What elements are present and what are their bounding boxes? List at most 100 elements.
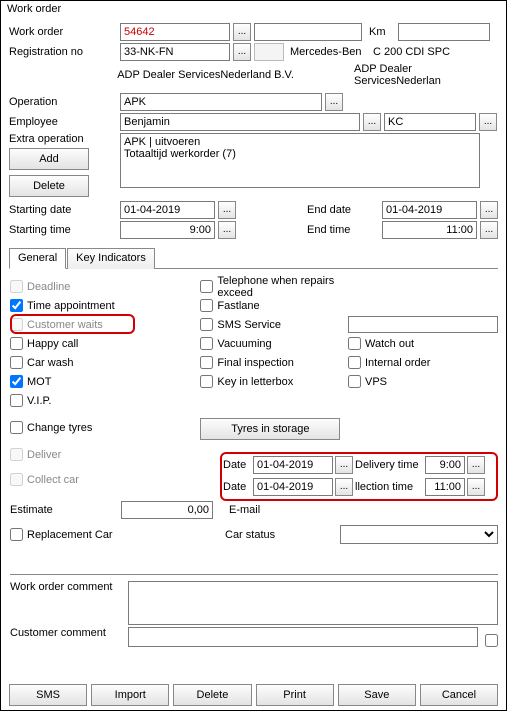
final-insp-checkbox[interactable]	[200, 356, 213, 369]
internal-order-checkbox[interactable]	[348, 356, 361, 369]
window-title: Work order	[7, 3, 61, 15]
cust-waits-checkbox	[10, 318, 23, 331]
label-time-appt: Time appointment	[27, 300, 115, 312]
label-vip: V.I.P.	[27, 395, 51, 407]
import-button[interactable]: Import	[91, 684, 169, 706]
start-time-picker-button[interactable]: ...	[218, 221, 236, 239]
label-collect-time: llection time	[355, 481, 423, 493]
work-order-lookup-button[interactable]: ...	[233, 23, 251, 41]
label-fastlane: Fastlane	[217, 300, 259, 312]
employee-code-lookup-button[interactable]: ...	[479, 113, 497, 131]
save-button[interactable]: Save	[338, 684, 416, 706]
sms-service-checkbox[interactable]	[200, 318, 213, 331]
extra-op-textarea[interactable]: APK | uitvoeren Totaaltijd werkorder (7)	[120, 133, 480, 188]
start-time-input[interactable]	[120, 221, 215, 239]
change-tyres-checkbox[interactable]	[10, 421, 23, 434]
vip-checkbox[interactable]	[10, 394, 23, 407]
titlebar: Work order	[1, 1, 506, 19]
sms-button[interactable]: SMS	[9, 684, 87, 706]
label-mot: MOT	[27, 376, 51, 388]
replacement-car-checkbox[interactable]	[10, 528, 23, 541]
deliver-checkbox	[10, 448, 23, 461]
fastlane-checkbox[interactable]	[200, 299, 213, 312]
deliver-date-picker-button[interactable]: ...	[335, 456, 353, 474]
cust-comment-textarea[interactable]	[128, 627, 478, 647]
vacuuming-checkbox[interactable]	[200, 337, 213, 350]
label-extra-op: Extra operation	[9, 133, 117, 145]
print-button[interactable]: Print	[256, 684, 334, 706]
happy-call-checkbox[interactable]	[10, 337, 23, 350]
km-input[interactable]	[398, 23, 490, 41]
vps-checkbox[interactable]	[348, 375, 361, 388]
watch-out-checkbox[interactable]	[348, 337, 361, 350]
tyres-storage-button[interactable]: Tyres in storage	[200, 418, 340, 440]
employee-code-input[interactable]	[384, 113, 476, 131]
add-button[interactable]: Add	[9, 148, 89, 170]
work-order-input[interactable]	[120, 23, 230, 41]
label-watch-out: Watch out	[365, 338, 414, 350]
label-car-wash: Car wash	[27, 357, 73, 369]
tel-exceed-checkbox[interactable]	[200, 280, 213, 293]
key-letterbox-checkbox[interactable]	[200, 375, 213, 388]
end-date-picker-button[interactable]: ...	[480, 201, 498, 219]
sms-number-input[interactable]	[348, 316, 498, 333]
start-date-input[interactable]	[120, 201, 215, 219]
registration-lookup-button[interactable]: ...	[233, 43, 251, 61]
collect-checkbox	[10, 473, 23, 486]
registration-input[interactable]	[120, 43, 230, 61]
wo-comment-textarea[interactable]	[128, 581, 498, 625]
blank-field-1[interactable]	[254, 23, 362, 41]
tab-strip: General Key Indicators	[9, 247, 498, 269]
button-bar: SMS Import Delete Print Save Cancel	[9, 684, 498, 706]
mot-checkbox[interactable]	[10, 375, 23, 388]
cancel-button[interactable]: Cancel	[420, 684, 498, 706]
label-start-time: Starting time	[9, 224, 117, 236]
collect-time-picker-button[interactable]: ...	[467, 478, 485, 496]
label-deliver: Deliver	[27, 449, 61, 461]
label-start-date: Starting date	[9, 204, 117, 216]
collect-date-input[interactable]	[253, 478, 333, 496]
collect-time-input[interactable]	[425, 478, 465, 496]
end-time-input[interactable]	[382, 221, 477, 239]
reg-extra-field	[254, 43, 284, 61]
label-estimate: Estimate	[10, 504, 118, 516]
dealer2-text: ADP Dealer ServicesNederlan	[354, 63, 498, 87]
car-wash-checkbox[interactable]	[10, 356, 23, 369]
estimate-input[interactable]	[121, 501, 213, 519]
end-time-picker-button[interactable]: ...	[480, 221, 498, 239]
label-car-status: Car status	[225, 529, 337, 541]
label-internal-order: Internal order	[365, 357, 430, 369]
label-operation: Operation	[9, 96, 117, 108]
label-key-letterbox: Key in letterbox	[217, 376, 293, 388]
tab-panel-general: Deadline Time appointment Customer waits…	[9, 269, 498, 647]
delete-op-button[interactable]: Delete	[9, 175, 89, 197]
deliver-time-input[interactable]	[425, 456, 465, 474]
label-collect: Collect car	[27, 474, 79, 486]
label-wo-comment: Work order comment	[10, 581, 125, 593]
start-date-picker-button[interactable]: ...	[218, 201, 236, 219]
deliver-time-picker-button[interactable]: ...	[467, 456, 485, 474]
label-deliver-time: Delivery time	[355, 459, 423, 471]
tab-key-indicators[interactable]: Key Indicators	[67, 248, 155, 269]
operation-lookup-button[interactable]: ...	[325, 93, 343, 111]
dealer1-text: ADP Dealer ServicesNederland B.V.	[117, 69, 351, 81]
label-registration: Registration no	[9, 46, 117, 58]
label-email: E-mail	[229, 504, 260, 516]
employee-input[interactable]	[120, 113, 360, 131]
cust-comment-checkbox[interactable]	[485, 634, 498, 647]
deliver-date-input[interactable]	[253, 456, 333, 474]
tab-general[interactable]: General	[9, 248, 66, 269]
collect-date-picker-button[interactable]: ...	[335, 478, 353, 496]
label-cust-waits: Customer waits	[27, 319, 103, 331]
label-employee: Employee	[9, 116, 117, 128]
employee-lookup-button[interactable]: ...	[363, 113, 381, 131]
label-sms-service: SMS Service	[217, 319, 281, 331]
car-status-select[interactable]	[340, 525, 498, 544]
operation-input[interactable]	[120, 93, 322, 111]
label-cust-comment: Customer comment	[10, 627, 125, 639]
delete-button[interactable]: Delete	[173, 684, 251, 706]
end-date-input[interactable]	[382, 201, 477, 219]
time-appt-checkbox[interactable]	[10, 299, 23, 312]
label-vps: VPS	[365, 376, 387, 388]
label-happy-call: Happy call	[27, 338, 78, 350]
